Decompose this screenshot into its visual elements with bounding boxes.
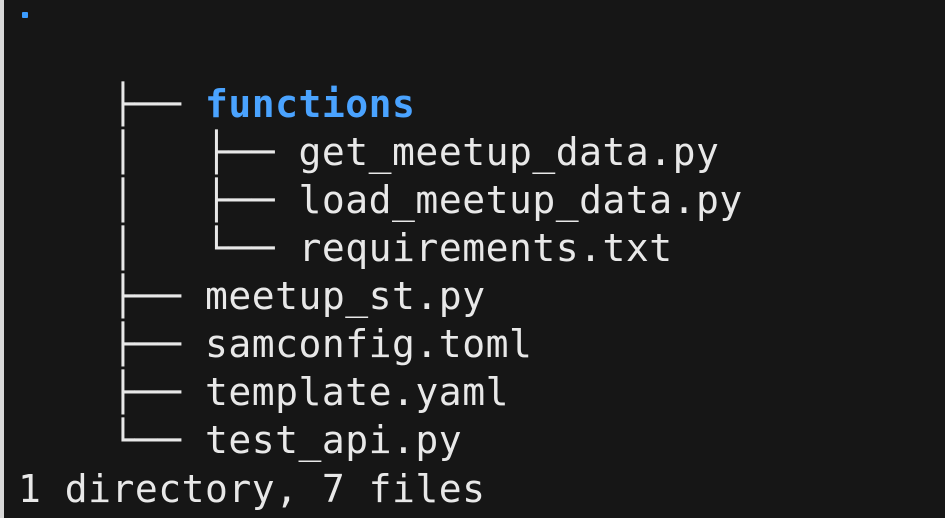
- root-directory-dot: [22, 12, 28, 18]
- tree-line-requirements: │ └── requirements.txt: [18, 178, 673, 270]
- tree-line-load-meetup-data: │ ├── load_meetup_data.py: [18, 130, 743, 222]
- tree-line-functions: ├── functions: [18, 34, 415, 126]
- file-name: test_api.py: [205, 418, 463, 462]
- tree-line-template: ├── template.yaml: [18, 322, 509, 414]
- summary-text: 1 directory, 7 files: [18, 467, 486, 511]
- terminal-window[interactable]: . ├── functions │ ├── get_meetup_data.py…: [4, 0, 945, 518]
- tree-branch: └──: [111, 418, 206, 462]
- tree-line-get-meetup-data: │ ├── get_meetup_data.py: [18, 82, 719, 174]
- tree-line-samconfig: ├── samconfig.toml: [18, 274, 532, 366]
- tree-line-test-api: └── test_api.py: [18, 370, 462, 462]
- tree-line-meetup-st: ├── meetup_st.py: [18, 226, 486, 318]
